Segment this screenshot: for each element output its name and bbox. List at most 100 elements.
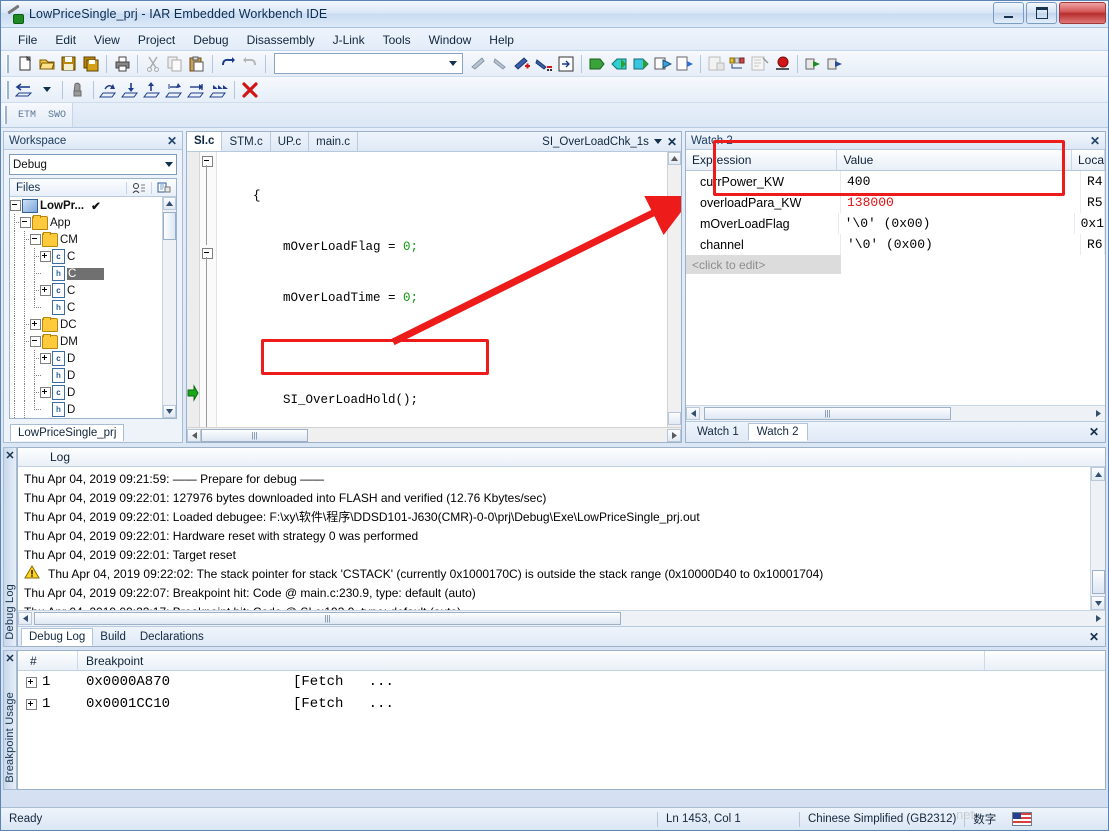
collapse-icon[interactable]	[20, 217, 31, 228]
scroll-down-button[interactable]	[163, 405, 176, 418]
expand-icon[interactable]	[40, 285, 51, 296]
menu-debug[interactable]: Debug	[184, 31, 237, 49]
scroll-left-button[interactable]	[187, 428, 201, 442]
tab-declarations[interactable]: Declarations	[133, 629, 211, 645]
undo-icon[interactable]	[217, 53, 239, 74]
print-icon[interactable]	[111, 53, 133, 74]
scroll-left-button[interactable]	[18, 612, 32, 625]
collapse-icon[interactable]	[10, 200, 21, 211]
toolbar-grip[interactable]	[6, 54, 11, 73]
cut-icon[interactable]	[142, 53, 164, 74]
menu-help[interactable]: Help	[480, 31, 523, 49]
watch-row[interactable]: mOverLoadFlag '\0' (0x00) 0x1	[686, 213, 1105, 234]
swo-tab[interactable]: SWO	[42, 108, 72, 123]
editor-close-icon[interactable]: ✕	[667, 135, 677, 149]
make-icon[interactable]	[586, 53, 608, 74]
stop-build-icon[interactable]	[652, 53, 674, 74]
hscroll-thumb[interactable]: |||	[34, 612, 621, 625]
etm-tab[interactable]: ETM	[12, 108, 42, 123]
configuration-dropdown[interactable]: Debug	[9, 154, 177, 175]
expand-icon[interactable]	[40, 251, 51, 262]
breakpoint-close-icon[interactable]: ✕	[5, 652, 14, 665]
tab-watch-1[interactable]: Watch 1	[688, 423, 748, 441]
menu-file[interactable]: File	[9, 31, 46, 49]
fold-box-icon[interactable]	[202, 248, 213, 259]
disassembly-icon[interactable]	[749, 53, 771, 74]
menu-jlink[interactable]: J-Link	[324, 31, 374, 49]
scroll-thumb[interactable]	[668, 412, 681, 425]
watch-row[interactable]: overloadPara_KW 138000 R5	[686, 192, 1105, 213]
breakpoint-vertical-tab[interactable]: Breakpoint Usage	[4, 692, 16, 783]
go-to-line-icon[interactable]	[555, 53, 577, 74]
save-all-icon[interactable]	[80, 53, 102, 74]
scroll-right-button[interactable]	[1091, 407, 1105, 420]
column-location[interactable]: Loca	[1072, 150, 1105, 170]
column-number[interactable]: #	[18, 651, 78, 670]
redo-icon[interactable]	[239, 53, 261, 74]
scroll-down-button[interactable]	[1091, 596, 1105, 610]
tab-up-c[interactable]: UP.c	[271, 132, 310, 151]
editor-vertical-scrollbar[interactable]	[667, 152, 681, 427]
scroll-thumb[interactable]	[1091, 570, 1105, 594]
debug-options-icon[interactable]	[705, 53, 727, 74]
tree-item-dm-hfile-2[interactable]: h D	[10, 401, 162, 418]
tree-item-dm-cfile-1[interactable]: c D	[10, 350, 162, 367]
expand-icon[interactable]	[30, 319, 41, 330]
editor-fold-margin[interactable]	[200, 152, 217, 427]
log-vertical-scrollbar[interactable]	[1090, 467, 1105, 610]
run-to-cursor-icon[interactable]	[186, 79, 208, 100]
stop-debugging-icon[interactable]	[239, 79, 261, 100]
collapse-icon[interactable]	[30, 234, 41, 245]
breakpoint-row[interactable]: 1 0x0000A870 [Fetch ...	[18, 671, 1105, 693]
scroll-up-button[interactable]	[1091, 467, 1105, 481]
click-to-edit-placeholder[interactable]: <click to edit>	[686, 255, 841, 274]
function-selector[interactable]: SI_OverLoadChk_1s	[542, 136, 649, 148]
watch-row[interactable]: channel '\0' (0x00) R6	[686, 234, 1105, 255]
tree-item-dc[interactable]: DC	[10, 316, 162, 333]
log-tabs-close-icon[interactable]: ✕	[1089, 630, 1105, 644]
tree-item-project[interactable]: LowPr... ✔	[10, 197, 162, 214]
column-expression[interactable]: Expression	[686, 150, 838, 170]
reset-dropdown-icon[interactable]	[36, 79, 58, 100]
break-icon[interactable]	[67, 79, 89, 100]
compile-icon[interactable]	[608, 53, 630, 74]
registers-icon[interactable]	[727, 53, 749, 74]
tab-watch-2[interactable]: Watch 2	[747, 423, 808, 441]
hscroll-thumb[interactable]: |||	[704, 407, 951, 420]
search-combo[interactable]	[274, 53, 463, 74]
step-into-icon[interactable]	[120, 79, 142, 100]
expand-icon[interactable]	[40, 387, 51, 398]
watch-tabs-close-icon[interactable]: ✕	[1089, 425, 1105, 439]
log-rows[interactable]: Thu Apr 04, 2019 09:21:59: —— Prepare fo…	[18, 467, 1090, 611]
scroll-up-button[interactable]	[163, 197, 176, 210]
next-error-icon[interactable]	[674, 53, 696, 74]
language-flag-icon[interactable]	[1004, 808, 1040, 830]
menu-tools[interactable]: Tools	[374, 31, 420, 49]
tree-item-app[interactable]: App	[10, 214, 162, 231]
workspace-close-icon[interactable]: ✕	[165, 134, 179, 148]
tab-si-c[interactable]: SI.c	[187, 132, 223, 151]
hscroll-thumb[interactable]: |||	[201, 428, 308, 442]
go-icon[interactable]	[208, 79, 230, 100]
scroll-thumb[interactable]	[163, 212, 176, 240]
scroll-up-button[interactable]	[668, 152, 681, 165]
bookmark-toggle-icon[interactable]	[467, 53, 489, 74]
debug-without-download-icon[interactable]	[824, 53, 846, 74]
collapse-icon[interactable]	[30, 336, 41, 347]
breakpoint-row[interactable]: 1 0x0001CC10 [Fetch ...	[18, 693, 1105, 715]
workspace-tab-project[interactable]: LowPriceSingle_prj	[10, 424, 125, 441]
tree-item-dm[interactable]: DM	[10, 333, 162, 350]
expand-icon[interactable]	[40, 353, 51, 364]
expand-icon[interactable]	[26, 698, 37, 710]
tree-item-dm-hfile-1[interactable]: h D	[10, 367, 162, 384]
chevron-down-icon[interactable]	[653, 139, 662, 144]
rebuild-all-icon[interactable]	[630, 53, 652, 74]
minimize-button[interactable]	[993, 2, 1024, 24]
maximize-button[interactable]	[1026, 2, 1057, 24]
breakpoint-icon[interactable]	[771, 53, 793, 74]
new-file-icon[interactable]	[14, 53, 36, 74]
step-out-icon[interactable]	[142, 79, 164, 100]
menu-edit[interactable]: Edit	[46, 31, 85, 49]
editor-horizontal-scrollbar[interactable]: |||	[187, 427, 681, 442]
bookmark-next-icon[interactable]	[489, 53, 511, 74]
